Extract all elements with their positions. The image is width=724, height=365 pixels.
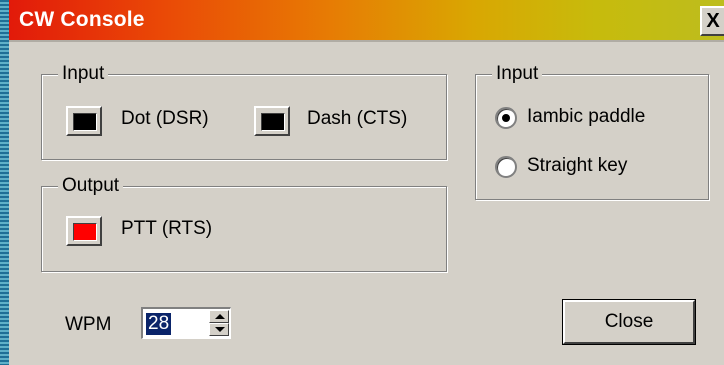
close-button[interactable]: Close (562, 299, 696, 345)
radio-selected-dot (502, 114, 510, 122)
wpm-spinner[interactable]: 28 (141, 307, 231, 339)
window-title: CW Console (19, 8, 145, 31)
wpm-spin-buttons (209, 310, 229, 336)
dash-indicator (254, 106, 290, 136)
title-close-button[interactable]: X (700, 6, 724, 36)
input-lines-legend: Input (58, 63, 109, 85)
ptt-label: PTT (RTS) (121, 218, 213, 239)
ptt-indicator (66, 216, 102, 246)
ptt-lamp (73, 223, 97, 241)
output-lines-legend: Output (58, 175, 124, 197)
wpm-label: WPM (65, 314, 112, 335)
input-mode-group: Input (475, 63, 709, 200)
wpm-increment-button[interactable] (209, 310, 229, 323)
wpm-value[interactable]: 28 (146, 313, 172, 335)
straight-key-radio[interactable] (495, 156, 517, 178)
iambic-paddle-radio[interactable] (495, 107, 517, 129)
input-mode-legend: Input (492, 63, 543, 85)
cw-console-window: CW Console X Input Dot (DSR) Dash (CTS) … (9, 0, 724, 365)
dash-lamp (261, 113, 285, 131)
dot-label: Dot (DSR) (121, 108, 209, 129)
title-bar[interactable]: CW Console X (9, 0, 724, 42)
background-desktop-edge (0, 0, 9, 365)
dash-label: Dash (CTS) (307, 108, 408, 129)
dot-lamp (73, 113, 97, 131)
wpm-decrement-button[interactable] (209, 323, 229, 336)
dot-indicator (66, 106, 102, 136)
arrow-down-icon (215, 327, 225, 332)
iambic-paddle-label[interactable]: Iambic paddle (527, 106, 645, 128)
arrow-up-icon (215, 314, 225, 319)
straight-key-label[interactable]: Straight key (527, 155, 627, 177)
